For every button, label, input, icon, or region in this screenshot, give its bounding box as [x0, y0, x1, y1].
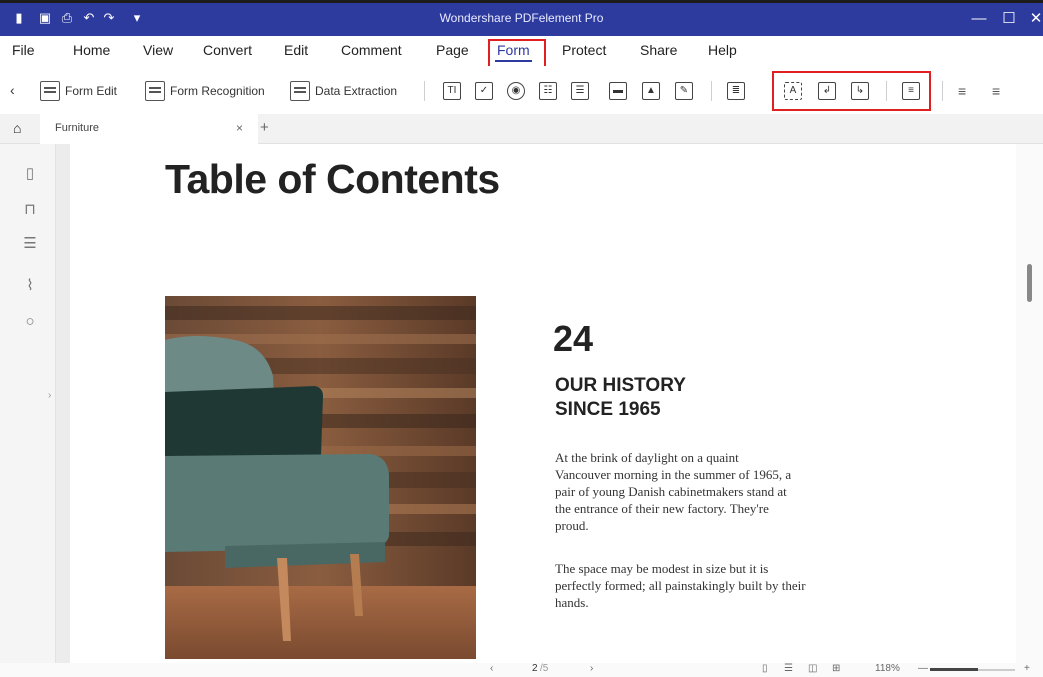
import-form-icon[interactable]: ↲: [818, 82, 836, 100]
combo-box-icon[interactable]: ☰: [571, 82, 589, 100]
comment-icon[interactable]: ☰: [22, 236, 38, 252]
section-number[interactable]: 24: [553, 318, 593, 360]
form-toolbar: ‹ Form Edit Form Recognition Data Extrac…: [0, 66, 1043, 114]
zoom-in-button[interactable]: +: [1024, 663, 1030, 674]
menu-home[interactable]: Home: [73, 42, 110, 58]
section-title[interactable]: OUR HISTORY SINCE 1965: [555, 374, 686, 422]
armchair-photo[interactable]: [165, 296, 476, 659]
close-button[interactable]: ✕: [1024, 8, 1043, 30]
single-page-icon[interactable]: ▯: [762, 663, 768, 674]
bookmark-icon[interactable]: ⊓: [22, 202, 38, 218]
title-bar: ▮ ▣ ⎙ ↶ ↷ ▾ Wondershare PDFelement Pro —…: [0, 0, 1043, 36]
menu-convert[interactable]: Convert: [203, 42, 252, 58]
history-paragraph-2[interactable]: The space may be modest in size but it i…: [555, 560, 807, 611]
menu-help[interactable]: Help: [708, 42, 737, 58]
list-box-icon[interactable]: ☷: [539, 82, 557, 100]
image-field-icon[interactable]: ▲: [642, 82, 660, 100]
menu-bar: File Home View Convert Edit Comment Page…: [0, 36, 1043, 68]
text-field-icon[interactable]: TI: [443, 82, 461, 100]
align-center-icon[interactable]: ≡: [992, 83, 1000, 99]
form-edit-label: Form Edit: [65, 84, 118, 98]
menu-comment[interactable]: Comment: [341, 42, 402, 58]
zoom-level[interactable]: 118%: [875, 663, 900, 674]
checkbox-icon[interactable]: ✓: [475, 82, 493, 100]
zoom-slider-fill: [930, 668, 978, 671]
thumbnail-view-icon[interactable]: ⊞: [832, 663, 840, 674]
form-properties-icon[interactable]: ≣: [727, 82, 745, 100]
toolbar-divider: [886, 81, 887, 101]
menu-page[interactable]: Page: [436, 42, 469, 58]
data-extraction-icon: [290, 81, 310, 101]
radio-button-icon[interactable]: ◉: [507, 82, 525, 100]
history-paragraph-1[interactable]: At the brink of daylight on a quaint Van…: [555, 449, 795, 534]
next-page-button[interactable]: ›: [590, 663, 593, 674]
tab-close-icon[interactable]: ×: [236, 121, 243, 135]
scrollbar-thumb[interactable]: [1027, 264, 1032, 302]
align-left-icon[interactable]: ≡: [958, 83, 966, 99]
signature-field-icon[interactable]: ✎: [675, 82, 693, 100]
document-tab-bar: ⌂ Furniture × +: [0, 114, 1043, 144]
menu-file[interactable]: File: [12, 42, 35, 58]
zoom-out-button[interactable]: —: [918, 663, 928, 674]
continuous-icon[interactable]: ☰: [784, 663, 793, 674]
toolbar-divider: [942, 81, 943, 101]
clear-form-icon[interactable]: A: [784, 82, 802, 100]
search-icon[interactable]: ○: [22, 314, 38, 330]
form-menu-highlight: [488, 39, 546, 68]
home-icon[interactable]: ⌂: [13, 120, 21, 136]
reset-form-icon[interactable]: ≡: [902, 82, 920, 100]
form-edit-icon: [40, 81, 60, 101]
toolbar-divider: [424, 81, 425, 101]
vertical-scrollbar[interactable]: [1016, 144, 1043, 663]
menu-edit[interactable]: Edit: [284, 42, 308, 58]
pages-icon[interactable]: ▯: [22, 166, 38, 182]
section-title-line-2: SINCE 1965: [555, 399, 661, 420]
section-title-line-1: OUR HISTORY: [555, 375, 686, 396]
menu-share[interactable]: Share: [640, 42, 677, 58]
previous-page-button[interactable]: ‹: [490, 663, 493, 674]
toolbar-divider: [711, 81, 712, 101]
attachment-icon[interactable]: ⌇: [22, 278, 38, 294]
left-sidebar: ▯ ⊓ ☰ ⌇ ○ ›: [0, 144, 56, 677]
form-recognition-button[interactable]: Form Recognition: [145, 80, 265, 102]
export-form-icon[interactable]: ↳: [851, 82, 869, 100]
two-page-icon[interactable]: ◫: [808, 663, 817, 674]
maximize-button[interactable]: ☐: [997, 8, 1021, 30]
window-title: Wondershare PDFelement Pro: [439, 11, 604, 25]
tab-furniture[interactable]: Furniture ×: [40, 114, 258, 144]
form-recognition-label: Form Recognition: [170, 84, 265, 98]
form-edit-button[interactable]: Form Edit: [40, 80, 117, 102]
status-bar: ‹ 2 /5 › ▯ ☰ ◫ ⊞ 118% — +: [0, 663, 1043, 677]
menu-view[interactable]: View: [143, 42, 173, 58]
armchair-photo-illustration: [165, 296, 476, 659]
page-total: /5: [540, 663, 549, 674]
page-heading[interactable]: Table of Contents: [165, 156, 500, 203]
collapse-toolbar-button[interactable]: ‹: [10, 82, 15, 98]
minimize-button[interactable]: —: [967, 8, 991, 30]
add-tab-button[interactable]: +: [260, 119, 269, 136]
page-number-input[interactable]: 2: [532, 663, 538, 674]
button-field-icon[interactable]: ▬: [609, 82, 627, 100]
tab-label: Furniture: [55, 122, 100, 134]
expand-sidebar-button[interactable]: ›: [48, 390, 51, 401]
form-recognition-icon: [145, 81, 165, 101]
data-extraction-label: Data Extraction: [315, 84, 398, 98]
menu-protect[interactable]: Protect: [562, 42, 606, 58]
data-extraction-button[interactable]: Data Extraction: [290, 80, 397, 102]
